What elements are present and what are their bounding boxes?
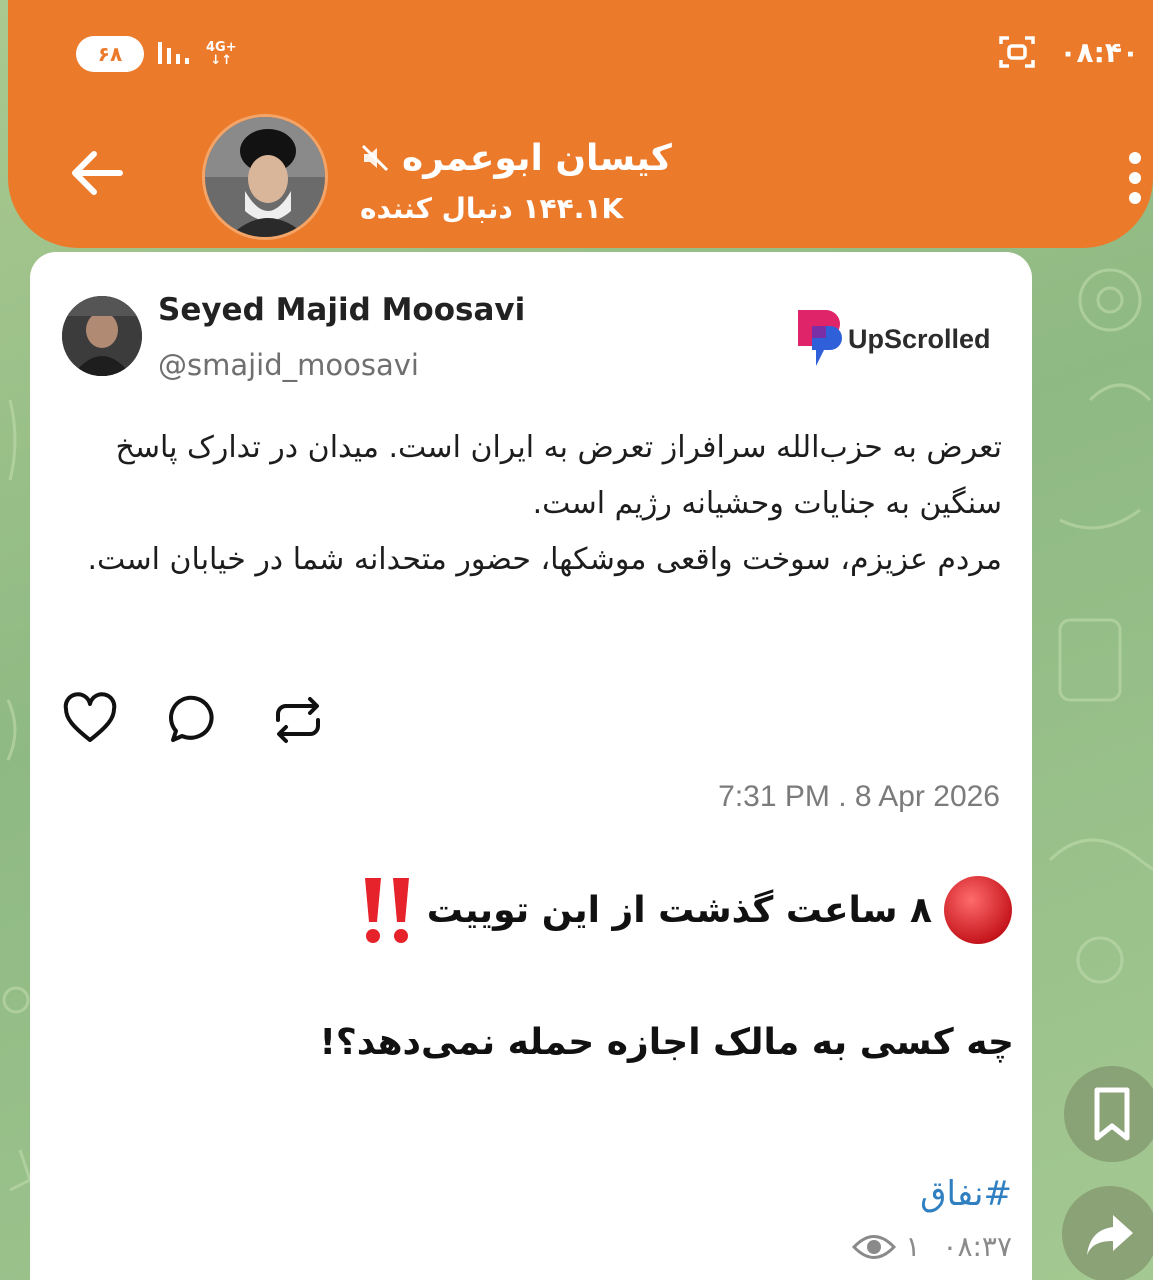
tweet-timestamp: 7:31 PM . 8 Apr 2026 bbox=[718, 780, 1000, 813]
hashtag-link[interactable]: #نفاق bbox=[920, 1174, 1012, 1214]
repost-icon bbox=[276, 697, 320, 743]
message-bubble: Seyed Majid Moosavi @smajid_moosavi UpSc… bbox=[30, 252, 1032, 1280]
author-avatar[interactable] bbox=[62, 296, 142, 376]
heart-icon bbox=[63, 692, 117, 742]
red-circle-icon bbox=[944, 876, 1012, 944]
message-meta: ۱ ۰۸:۳۷ bbox=[851, 1230, 1012, 1263]
author-name: Seyed Majid Moosavi bbox=[158, 292, 526, 328]
like-button[interactable] bbox=[62, 692, 118, 748]
screen-record-icon bbox=[997, 32, 1037, 72]
alert-text: ۸ ساعت گذشت از این توییت bbox=[426, 889, 932, 931]
channel-name-text: کیسان ابوعمره bbox=[402, 137, 672, 179]
repost-button[interactable] bbox=[270, 692, 326, 748]
status-bar-right: ۰۸:۴۰ bbox=[997, 32, 1139, 72]
alert-line: ۸ ساعت گذشت از این توییت bbox=[359, 870, 1014, 950]
brand-badge: UpScrolled bbox=[796, 308, 991, 370]
signal-icon bbox=[158, 38, 192, 70]
channel-title[interactable]: کیسان ابوعمره bbox=[360, 128, 672, 188]
battery-level: ۶۸ bbox=[97, 42, 123, 66]
share-button[interactable] bbox=[1062, 1186, 1153, 1280]
tweet-paragraph: تعرض به حزب‌الله سرافراز تعرض به ایران ا… bbox=[115, 430, 1002, 521]
upscrolled-logo-icon bbox=[798, 310, 842, 366]
question-text: چه کسی به مالک اجازه حمله نمی‌دهد؟! bbox=[319, 1022, 1015, 1063]
channel-avatar[interactable] bbox=[202, 114, 328, 240]
more-vertical-icon bbox=[1129, 152, 1141, 204]
tweet-body: تعرض به حزب‌الله سرافراز تعرض به ایران ا… bbox=[58, 420, 1002, 588]
tweet-paragraph: مردم عزیزم، سوخت واقعی موشکها، حضور متحد… bbox=[87, 542, 1002, 577]
network-label: 4G+ bbox=[206, 40, 237, 55]
channel-header: ۶۸ 4G+ ↓↑ ۰۸:۴۰ کیسان ابوعمره ۱۴۴.۱K دنبا… bbox=[8, 0, 1153, 248]
double-exclamation-icon bbox=[364, 878, 409, 943]
status-bar-left: ۶۸ 4G+ ↓↑ bbox=[76, 36, 237, 72]
brand-name: UpScrolled bbox=[848, 323, 991, 354]
message-time: ۰۸:۳۷ bbox=[942, 1230, 1012, 1263]
network-type: 4G+ ↓↑ bbox=[206, 40, 237, 68]
follower-count: ۱۴۴.۱K دنبال کننده bbox=[360, 192, 624, 225]
bookmark-button[interactable] bbox=[1064, 1066, 1153, 1162]
battery-indicator: ۶۸ bbox=[76, 36, 144, 72]
comment-icon bbox=[169, 695, 214, 742]
author-handle: @smajid_moosavi bbox=[158, 348, 419, 382]
eye-icon bbox=[852, 1234, 897, 1259]
comment-button[interactable] bbox=[166, 692, 222, 748]
arrow-left-icon bbox=[72, 151, 123, 195]
share-icon bbox=[1087, 1215, 1133, 1255]
more-options-button[interactable] bbox=[1125, 150, 1145, 206]
status-time: ۰۸:۴۰ bbox=[1059, 35, 1139, 69]
view-count: ۱ bbox=[905, 1230, 921, 1263]
back-button[interactable] bbox=[68, 148, 126, 198]
bookmark-icon bbox=[1094, 1087, 1130, 1141]
tweet-actions bbox=[62, 692, 326, 748]
mute-icon bbox=[361, 144, 389, 172]
